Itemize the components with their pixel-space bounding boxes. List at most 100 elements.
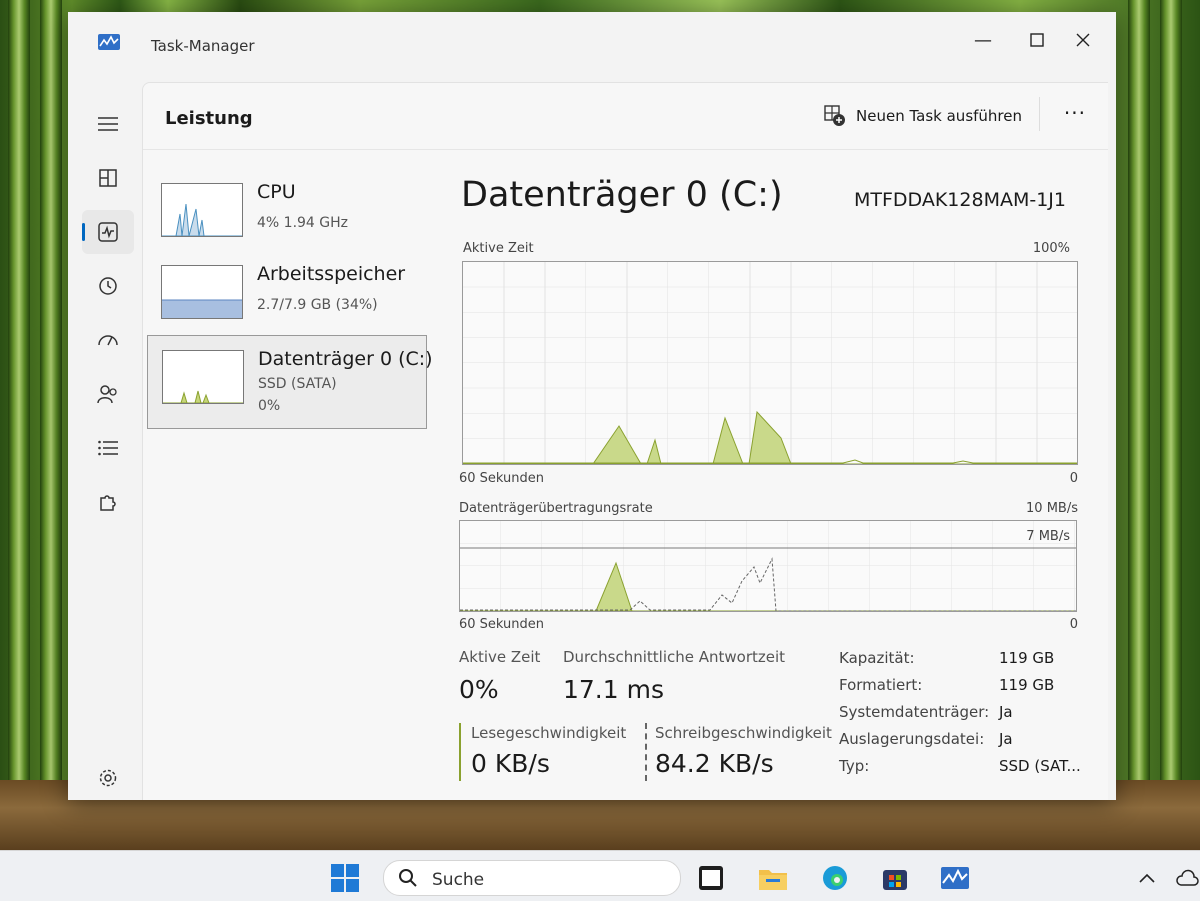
nav-item-details[interactable] xyxy=(82,426,134,470)
disk-mini-graph xyxy=(162,350,244,404)
show-hidden-icons-button[interactable] xyxy=(1132,863,1162,893)
property-key: Kapazität: xyxy=(839,649,915,667)
resource-name: CPU xyxy=(257,181,296,203)
minimize-button[interactable]: — xyxy=(960,22,1006,58)
close-button[interactable] xyxy=(1060,22,1106,58)
nav-item-performance[interactable] xyxy=(82,210,134,254)
search-placeholder: Suche xyxy=(432,870,485,890)
graph2-label: Datenträgerübertragungsrate xyxy=(459,501,653,516)
property-key: Typ: xyxy=(839,757,870,775)
taskbar-app-task-manager[interactable] xyxy=(940,863,970,893)
read-speed-label: Lesegeschwindigkeit xyxy=(471,724,627,742)
property-value: 119 GB xyxy=(999,676,1055,694)
taskbar: Suche xyxy=(0,850,1200,901)
disk-title: Datenträger 0 (C:) xyxy=(461,175,783,215)
search-icon xyxy=(399,869,417,887)
resource-name: Datenträger 0 (C:) xyxy=(258,348,433,370)
graph2-time-range: 60 Sekunden xyxy=(459,617,545,632)
write-speed-indicator xyxy=(645,723,647,781)
list-icon xyxy=(98,440,118,456)
start-button[interactable] xyxy=(330,863,360,893)
active-time-value: 0% xyxy=(459,675,499,704)
resource-usage: 0% xyxy=(258,398,281,414)
content-panel: Leistung Neuen Task ausführen ··· CPU 4%… xyxy=(142,82,1108,800)
memory-mini-graph xyxy=(161,265,243,319)
taskbar-app-file-explorer[interactable] xyxy=(758,863,788,893)
write-speed-label: Schreibgeschwindigkeit xyxy=(655,724,832,742)
settings-button[interactable] xyxy=(82,756,134,800)
puzzle-icon xyxy=(100,495,116,511)
nav-item-processes[interactable] xyxy=(82,156,134,200)
property-key: Auslagerungsdatei: xyxy=(839,730,985,748)
run-new-task-button[interactable]: Neuen Task ausführen xyxy=(824,105,1022,127)
taskbar-app-store[interactable] xyxy=(880,863,910,893)
terminal-icon xyxy=(699,866,723,890)
active-time-graph xyxy=(462,261,1078,465)
response-time-value: 17.1 ms xyxy=(563,675,664,704)
taskbar-app-edge[interactable] xyxy=(820,863,850,893)
resource-usage: 4% 1.94 GHz xyxy=(257,215,349,231)
graph2-inner-max: 7 MB/s xyxy=(1026,529,1070,544)
resource-usage: 2.7/7.9 GB (34%) xyxy=(257,297,378,313)
more-options-button[interactable]: ··· xyxy=(1064,101,1086,125)
graph1-label: Aktive Zeit xyxy=(463,241,534,256)
disk-detail-pane: Datenträger 0 (C:) MTFDDAK128MAM-1J1 Akt… xyxy=(459,149,1108,800)
property-value: Ja xyxy=(999,703,1013,721)
graph2-min: 0 xyxy=(1069,617,1078,632)
resource-item-memory[interactable]: Arbeitsspeicher 2.7/7.9 GB (34%) xyxy=(147,251,425,343)
disk-model: MTFDDAK128MAM-1J1 xyxy=(854,189,1066,211)
run-new-task-label: Neuen Task ausführen xyxy=(856,107,1022,125)
performance-icon xyxy=(98,222,118,242)
maximize-button[interactable] xyxy=(1014,22,1060,58)
nav-item-services[interactable] xyxy=(82,480,134,524)
users-icon xyxy=(97,385,117,404)
property-key: Formatiert: xyxy=(839,676,923,694)
property-key: Systemdatenträger: xyxy=(839,703,990,721)
task-manager-icon xyxy=(941,867,969,889)
cpu-mini-graph xyxy=(161,183,243,237)
write-speed-value: 84.2 KB/s xyxy=(655,749,774,778)
task-manager-app-icon xyxy=(98,34,120,50)
gear-icon xyxy=(99,769,117,787)
page-header: Leistung Neuen Task ausführen ··· xyxy=(143,83,1108,150)
windows-logo-icon xyxy=(331,864,359,892)
cloud-icon xyxy=(1176,869,1199,886)
nav-item-app-history[interactable] xyxy=(82,264,134,308)
resource-item-cpu[interactable]: CPU 4% 1.94 GHz xyxy=(147,169,425,261)
graph1-time-range: 60 Sekunden xyxy=(459,471,545,486)
hamburger-icon xyxy=(98,117,118,131)
title-bar: Task-Manager — xyxy=(68,12,1116,68)
nav-item-users[interactable] xyxy=(82,372,134,416)
property-value: SSD (SAT... xyxy=(999,757,1081,775)
speedometer-icon xyxy=(98,335,118,346)
graph2-max: 10 MB/s xyxy=(1026,501,1078,516)
read-speed-indicator xyxy=(459,723,461,781)
resource-item-disk-0[interactable]: Datenträger 0 (C:) SSD (SATA) 0% xyxy=(147,335,433,429)
navigation-rail xyxy=(68,68,144,800)
graph1-max: 100% xyxy=(1032,241,1070,256)
nav-item-startup-apps[interactable] xyxy=(82,318,134,362)
graph1-min: 0 xyxy=(1069,471,1078,486)
task-manager-window: Task-Manager — Leistung Neuen Task ausfü… xyxy=(68,12,1116,800)
property-value: Ja xyxy=(999,730,1013,748)
response-time-label: Durchschnittliche Antwortzeit xyxy=(563,648,786,666)
transfer-rate-graph: 7 MB/s xyxy=(459,520,1077,612)
resource-type: SSD (SATA) xyxy=(258,376,337,392)
hamburger-menu-button[interactable] xyxy=(82,102,134,146)
store-icon xyxy=(883,870,907,890)
history-icon xyxy=(99,277,117,295)
property-value: 119 GB xyxy=(999,649,1055,667)
folder-icon xyxy=(759,870,787,890)
onedrive-tray-button[interactable] xyxy=(1172,863,1200,893)
header-divider xyxy=(1039,97,1040,131)
edge-browser-icon xyxy=(823,866,847,890)
taskbar-search-box[interactable]: Suche xyxy=(383,860,681,896)
new-task-icon xyxy=(824,105,846,126)
read-speed-value: 0 KB/s xyxy=(471,749,550,778)
page-title: Leistung xyxy=(165,108,253,129)
active-time-label: Aktive Zeit xyxy=(459,648,541,666)
taskbar-app-terminal[interactable] xyxy=(696,863,726,893)
processes-icon xyxy=(99,169,117,187)
resource-name: Arbeitsspeicher xyxy=(257,263,406,285)
window-title: Task-Manager xyxy=(151,37,255,55)
